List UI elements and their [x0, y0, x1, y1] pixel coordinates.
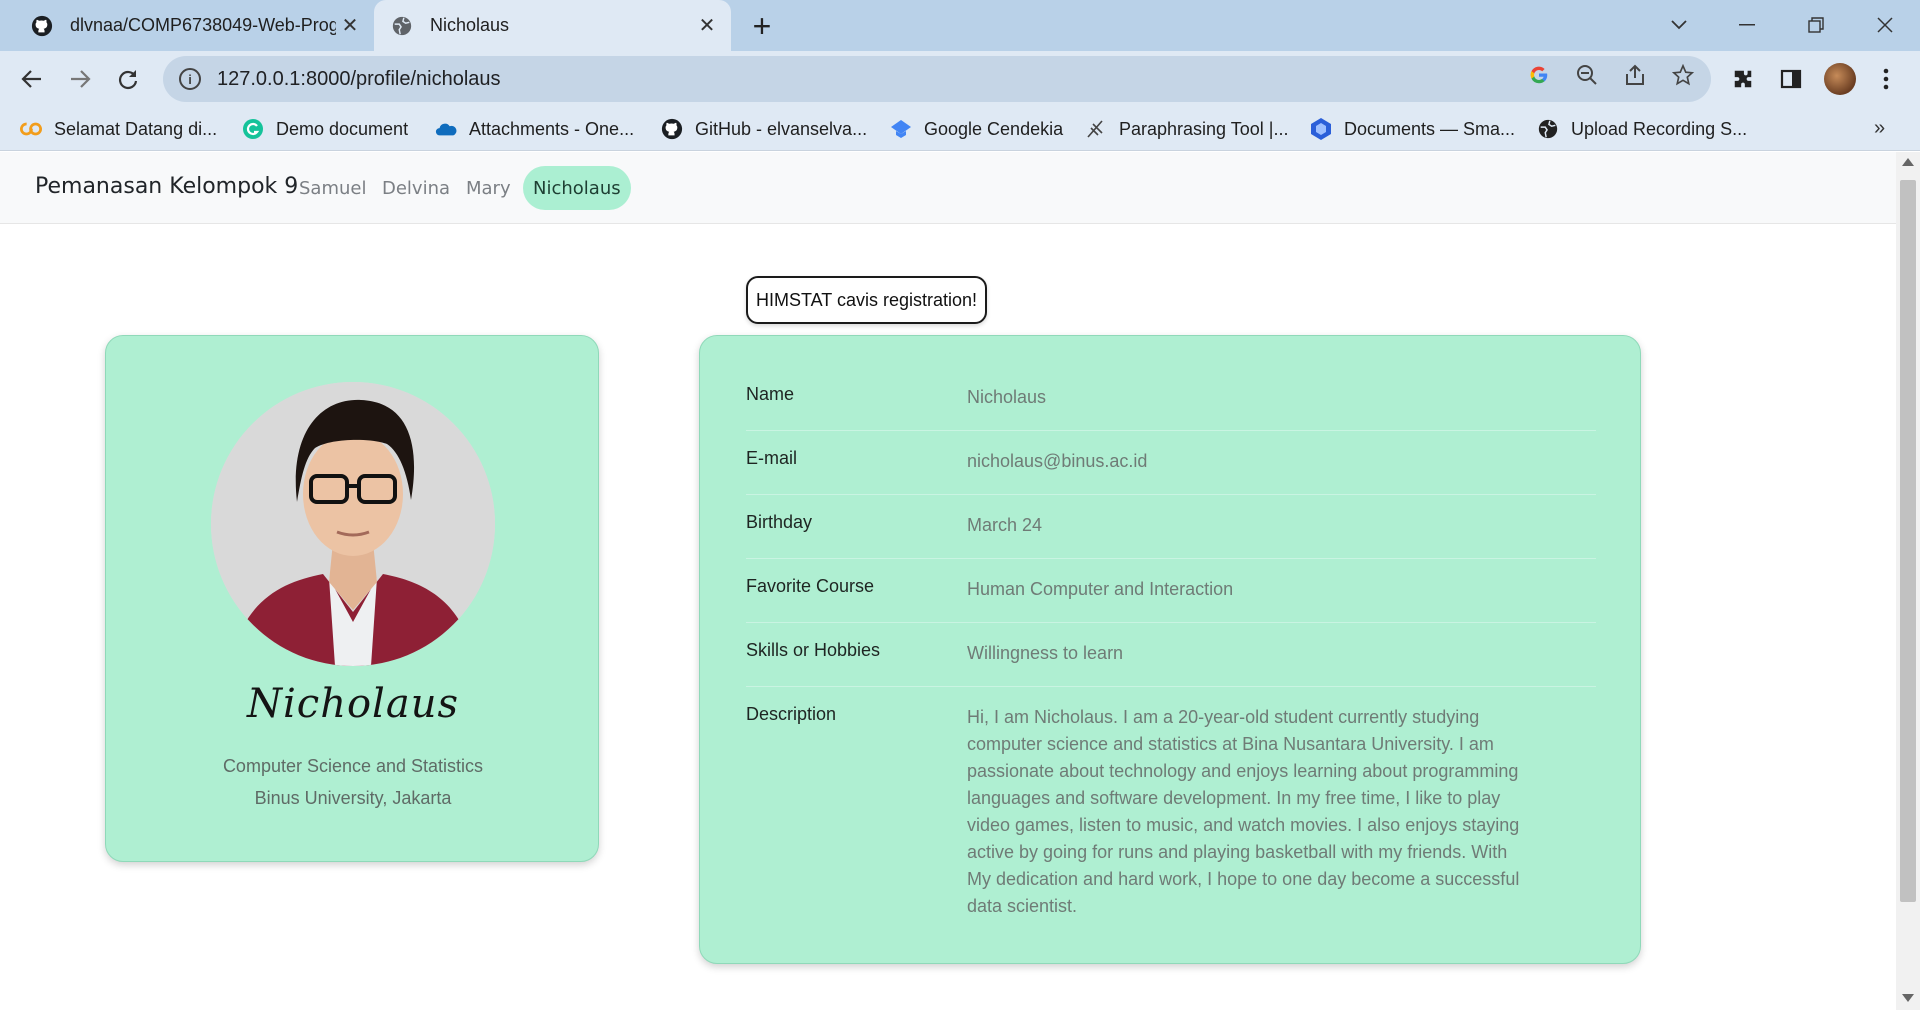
browser-toolbar: i 127.0.0.1:8000/profile/nicholaus: [0, 51, 1920, 107]
scrollbar-thumb[interactable]: [1900, 180, 1916, 902]
scroll-up-icon[interactable]: [1902, 158, 1914, 166]
bookmark-item[interactable]: Selamat Datang di...: [20, 115, 217, 143]
detail-value: Hi, I am Nicholaus. I am a 20-year-old s…: [967, 707, 1520, 916]
new-tab-icon[interactable]: +: [745, 8, 779, 44]
detail-label: Favorite Course: [746, 576, 875, 596]
detail-row-skills: Skills or Hobbies Willingness to learn: [746, 640, 1596, 687]
globe-icon: [390, 14, 414, 38]
window-close-icon[interactable]: [1862, 6, 1908, 44]
bookmark-label: Attachments - One...: [469, 118, 635, 139]
detail-row-favorite-course: Favorite Course Human Computer and Inter…: [746, 576, 1596, 623]
reload-icon[interactable]: [110, 61, 146, 97]
bookmark-item[interactable]: Paraphrasing Tool |...: [1085, 115, 1288, 143]
details-card: Name Nicholaus E-mail nicholaus@binus.ac…: [699, 335, 1641, 964]
globe-icon: [1537, 118, 1559, 140]
menu-kebab-icon[interactable]: [1872, 65, 1900, 93]
detail-value: March 24: [967, 515, 1043, 535]
github-icon: [661, 118, 683, 140]
site-brand[interactable]: Pemanasan Kelompok 9: [35, 174, 298, 199]
tab-nicholaus[interactable]: Nicholaus ✕: [374, 0, 731, 51]
grammarly-icon: [242, 118, 264, 140]
page-viewport: Pemanasan Kelompok 9 Samuel Delvina Mary…: [0, 152, 1896, 1010]
tab-strip: dlvnaa/COMP6738049-Web-Programming ✕ Nic…: [0, 0, 1920, 51]
detail-row-name: Name Nicholaus: [746, 384, 1596, 431]
profile-avatar-icon[interactable]: [1824, 63, 1856, 95]
zoom-out-icon[interactable]: [1575, 63, 1599, 87]
bookmark-label: Paraphrasing Tool |...: [1119, 118, 1289, 139]
detail-value: Nicholaus: [967, 387, 1047, 407]
detail-row-description: Description Hi, I am Nicholaus. I am a 2…: [746, 704, 1596, 924]
co-logo-icon: [20, 118, 42, 140]
tab-title: dlvnaa/COMP6738049-Web-Programming: [70, 15, 336, 35]
profile-major: Computer Science and Statistics: [222, 756, 484, 776]
detail-value: Willingness to learn: [967, 643, 1124, 663]
bookmark-label: Documents — Sma...: [1344, 118, 1516, 139]
smallpdf-icon: [1310, 118, 1332, 140]
bookmark-label: Google Cendekia: [924, 118, 1064, 139]
back-icon[interactable]: [14, 61, 50, 97]
detail-label: Skills or Hobbies: [746, 640, 881, 660]
nav-link-nicholaus[interactable]: Nicholaus: [523, 166, 631, 210]
url-text: 127.0.0.1:8000/profile/nicholaus: [217, 67, 501, 90]
detail-label: Description: [746, 704, 837, 724]
profile-university: Binus University, Jakarta: [254, 788, 452, 808]
feather-icon: [1085, 118, 1107, 140]
restore-icon[interactable]: [1793, 6, 1839, 44]
bookmark-item[interactable]: GitHub - elvanselva...: [661, 115, 867, 143]
scholar-icon: [890, 118, 912, 140]
site-info-icon[interactable]: i: [179, 68, 201, 90]
bookmarks-bar: Selamat Datang di... Demo document Attac…: [0, 107, 1920, 151]
profile-name: Nicholaus: [247, 681, 459, 727]
detail-row-email: E-mail nicholaus@binus.ac.id: [746, 448, 1596, 495]
site-navbar: Pemanasan Kelompok 9 Samuel Delvina Mary…: [0, 152, 1896, 224]
close-icon[interactable]: ✕: [336, 12, 364, 40]
himstat-registration-button[interactable]: HIMSTAT cavis registration!: [746, 276, 987, 324]
bookmark-item[interactable]: Upload Recording S...: [1537, 115, 1747, 143]
detail-label: E-mail: [746, 448, 798, 468]
bookmark-label: GitHub - elvanselva...: [695, 118, 868, 139]
extensions-icon[interactable]: [1729, 65, 1757, 93]
detail-value: Human Computer and Interaction: [967, 579, 1234, 599]
bookmark-item[interactable]: Attachments - One...: [435, 115, 634, 143]
close-icon[interactable]: ✕: [693, 12, 721, 40]
forward-icon[interactable]: [62, 61, 98, 97]
side-panel-icon[interactable]: [1777, 65, 1805, 93]
tab-github[interactable]: dlvnaa/COMP6738049-Web-Programming ✕: [14, 0, 374, 51]
bookmark-item[interactable]: Documents — Sma...: [1310, 115, 1515, 143]
scroll-down-icon[interactable]: [1902, 994, 1914, 1002]
detail-value: nicholaus@binus.ac.id: [967, 451, 1148, 471]
bookmark-label: Selamat Datang di...: [54, 118, 218, 139]
share-icon[interactable]: [1623, 63, 1647, 87]
profile-photo: [211, 382, 495, 666]
github-icon: [30, 14, 54, 38]
minimize-icon[interactable]: [1724, 6, 1770, 44]
bookmark-item[interactable]: Google Cendekia: [890, 115, 1063, 143]
bookmark-label: Upload Recording S...: [1571, 118, 1748, 139]
nav-link-samuel[interactable]: Samuel: [289, 166, 376, 210]
profile-card: Nicholaus Computer Science and Statistic…: [105, 335, 599, 862]
google-icon[interactable]: [1527, 63, 1551, 87]
bookmark-item[interactable]: Demo document: [242, 115, 408, 143]
detail-row-birthday: Birthday March 24: [746, 512, 1596, 559]
address-bar[interactable]: i 127.0.0.1:8000/profile/nicholaus: [163, 56, 1711, 102]
nav-link-delvina[interactable]: Delvina: [372, 166, 460, 210]
onedrive-icon: [435, 118, 457, 140]
bookmark-label: Demo document: [276, 118, 409, 139]
nav-link-mary[interactable]: Mary: [456, 166, 521, 210]
tab-search-icon[interactable]: [1656, 6, 1702, 44]
bookmarks-overflow-icon[interactable]: »: [1874, 117, 1885, 140]
detail-label: Birthday: [746, 512, 813, 532]
star-icon[interactable]: [1671, 63, 1695, 87]
page-scrollbar[interactable]: [1896, 152, 1920, 1010]
tab-title: Nicholaus: [430, 15, 510, 35]
detail-label: Name: [746, 384, 795, 404]
